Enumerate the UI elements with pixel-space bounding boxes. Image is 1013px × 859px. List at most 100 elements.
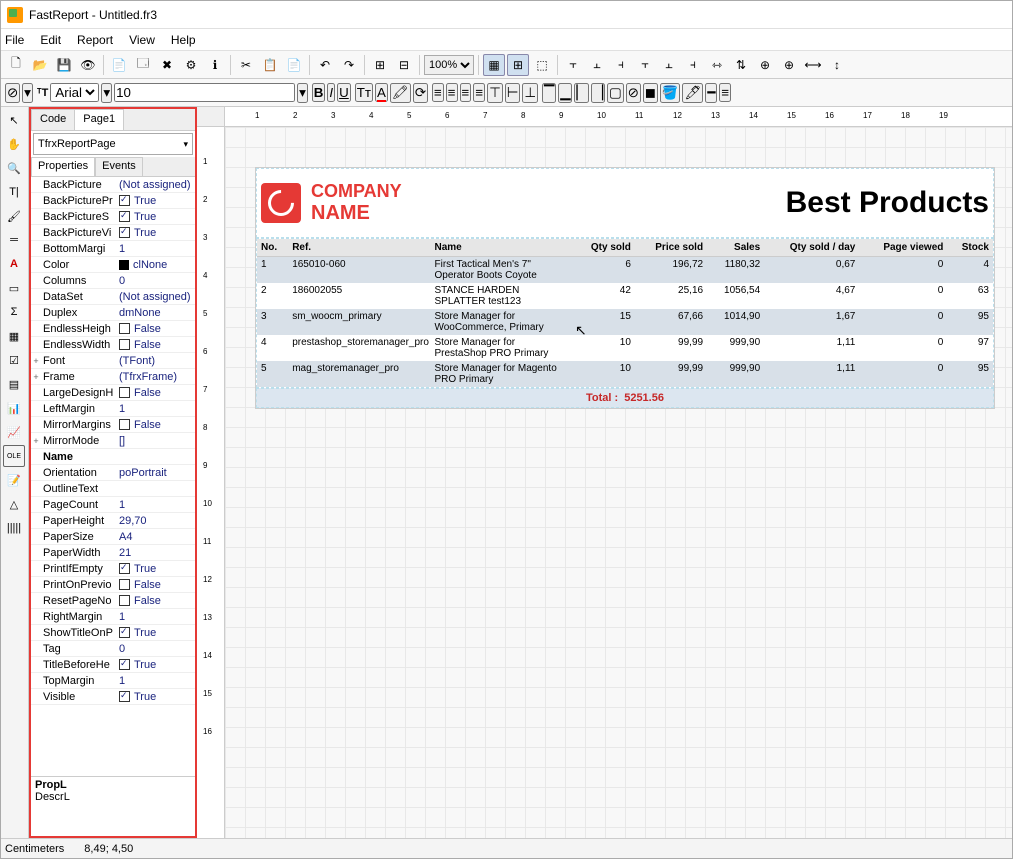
space-v-button[interactable]: ⇅ bbox=[730, 54, 752, 76]
same-height-button[interactable]: ↕ bbox=[826, 54, 848, 76]
border-color-button[interactable]: 🖊 bbox=[682, 83, 703, 103]
property-row[interactable]: EndlessWidthFalse bbox=[31, 337, 195, 353]
property-row[interactable]: BackPicturePrTrue bbox=[31, 193, 195, 209]
border-shadow-button[interactable]: ◼ bbox=[643, 83, 658, 103]
align-center-button[interactable]: ⫠ bbox=[586, 54, 608, 76]
property-value[interactable]: [] bbox=[119, 435, 195, 447]
page-settings-button[interactable]: ⚙ bbox=[180, 54, 202, 76]
text-right-button[interactable]: ≡ bbox=[460, 83, 472, 102]
property-row[interactable]: PageCount1 bbox=[31, 497, 195, 513]
picture-tool[interactable]: ▤ bbox=[3, 373, 25, 395]
redo-button[interactable]: ↷ bbox=[338, 54, 360, 76]
property-value[interactable]: clNone bbox=[119, 259, 195, 271]
property-value[interactable]: 1 bbox=[119, 243, 195, 255]
property-value[interactable]: 1 bbox=[119, 611, 195, 623]
fit-grid-button[interactable]: ⬚ bbox=[531, 54, 553, 76]
rotate-button[interactable]: ⟳ bbox=[413, 83, 428, 103]
zoom-tool[interactable]: 🔍 bbox=[3, 157, 25, 179]
property-row[interactable]: PaperWidth21 bbox=[31, 545, 195, 561]
expand-icon[interactable]: + bbox=[31, 372, 41, 382]
text-middle-button[interactable]: ⊢ bbox=[505, 83, 521, 103]
column-header[interactable]: Name bbox=[430, 239, 572, 257]
property-row[interactable]: RightMargin1 bbox=[31, 609, 195, 625]
sysmemo-tool[interactable]: Σ bbox=[3, 301, 25, 323]
italic-button[interactable]: I bbox=[327, 83, 335, 102]
column-header[interactable]: Qty sold / day bbox=[764, 239, 859, 257]
checkbox-icon[interactable] bbox=[119, 563, 130, 574]
tab-page1[interactable]: Page1 bbox=[74, 109, 124, 130]
checkbox-icon[interactable] bbox=[119, 339, 130, 350]
text-bottom-button[interactable]: ⊥ bbox=[522, 83, 538, 103]
checkbox-icon[interactable] bbox=[119, 691, 130, 702]
property-value[interactable]: 1 bbox=[119, 675, 195, 687]
property-value[interactable]: False bbox=[119, 419, 195, 431]
menu-edit[interactable]: Edit bbox=[40, 33, 61, 47]
border-all-button[interactable]: ▢ bbox=[607, 83, 624, 103]
chart-tool[interactable]: 📈 bbox=[3, 421, 25, 443]
property-row[interactable]: EndlessHeighFalse bbox=[31, 321, 195, 337]
zoom-select[interactable]: 100% bbox=[424, 55, 474, 75]
object-combo[interactable]: TfrxReportPage ▾ bbox=[33, 133, 193, 155]
styles-dropdown[interactable]: ▾ bbox=[22, 83, 33, 103]
memo-tool[interactable]: ▭ bbox=[3, 277, 25, 299]
property-row[interactable]: OutlineText bbox=[31, 481, 195, 497]
expand-icon[interactable]: + bbox=[31, 436, 41, 446]
underline-button[interactable]: U bbox=[337, 83, 351, 102]
properties-grid[interactable]: BackPicture(Not assigned)BackPicturePrTr… bbox=[31, 177, 195, 776]
ruler-horizontal[interactable]: 12345678910111213141516171819 bbox=[225, 107, 1012, 127]
format-tool[interactable]: 🖌 bbox=[3, 205, 25, 227]
property-value[interactable]: True bbox=[119, 659, 195, 671]
border-style-button[interactable]: ━ bbox=[705, 83, 717, 103]
text-tool[interactable]: T| bbox=[3, 181, 25, 203]
property-value[interactable]: True bbox=[119, 691, 195, 703]
hand-tool[interactable]: ✋ bbox=[3, 133, 25, 155]
font-color-button[interactable]: A bbox=[375, 83, 388, 102]
property-row[interactable]: ShowTitleOnPTrue bbox=[31, 625, 195, 641]
table-row[interactable]: 2186002055STANCE HARDEN SPLATTER test123… bbox=[257, 283, 993, 309]
property-value[interactable]: 1 bbox=[119, 403, 195, 415]
property-row[interactable]: DataSet(Not assigned) bbox=[31, 289, 195, 305]
font-size-input[interactable] bbox=[114, 83, 295, 102]
menu-file[interactable]: File bbox=[5, 33, 24, 47]
checkbox-icon[interactable] bbox=[119, 227, 130, 238]
cut-button[interactable]: ✂ bbox=[235, 54, 257, 76]
center-v-button[interactable]: ⊕ bbox=[778, 54, 800, 76]
text-left-button[interactable]: ≡ bbox=[432, 83, 444, 102]
property-row[interactable]: BackPictureViTrue bbox=[31, 225, 195, 241]
property-row[interactable]: MirrorMarginsFalse bbox=[31, 417, 195, 433]
copy-button[interactable]: 📋 bbox=[259, 54, 281, 76]
new-dialog-button[interactable]: 🗔 bbox=[132, 54, 154, 76]
property-row[interactable]: Columns0 bbox=[31, 273, 195, 289]
property-value[interactable]: 29,70 bbox=[119, 515, 195, 527]
property-value[interactable]: True bbox=[119, 563, 195, 575]
table-row[interactable]: 3sm_woocm_primaryStore Manager for WooCo… bbox=[257, 309, 993, 335]
property-row[interactable]: LargeDesignHFalse bbox=[31, 385, 195, 401]
border-left-button[interactable]: ▏ bbox=[574, 83, 588, 103]
property-row[interactable]: PrintIfEmptyTrue bbox=[31, 561, 195, 577]
fill-color-button[interactable]: 🪣 bbox=[660, 83, 681, 103]
center-h-button[interactable]: ⊕ bbox=[754, 54, 776, 76]
save-button[interactable]: 💾 bbox=[53, 54, 75, 76]
subreport-tool[interactable]: ▦ bbox=[3, 325, 25, 347]
table-row[interactable]: 1165010-060First Tactical Men's 7" Opera… bbox=[257, 257, 993, 284]
footer-band[interactable]: Total : 5251.56 bbox=[256, 388, 994, 408]
checkbox-icon[interactable] bbox=[119, 323, 130, 334]
property-row[interactable]: VisibleTrue bbox=[31, 689, 195, 705]
border-right-button[interactable]: ▕ bbox=[591, 83, 605, 103]
no-style-button[interactable]: ⊘ bbox=[5, 83, 20, 103]
align-middle-button[interactable]: ⫠ bbox=[658, 54, 680, 76]
property-row[interactable]: OrientationpoPortrait bbox=[31, 465, 195, 481]
text-justify-button[interactable]: ≡ bbox=[473, 83, 485, 102]
border-none-button[interactable]: ⊘ bbox=[626, 83, 641, 103]
border-top-button[interactable]: ▔ bbox=[542, 83, 556, 103]
table-row[interactable]: 4prestashop_storemanager_proStore Manage… bbox=[257, 335, 993, 361]
group-button[interactable]: ⊞ bbox=[369, 54, 391, 76]
checkbox-icon[interactable] bbox=[119, 195, 130, 206]
report-title-band[interactable]: COMPANY NAME Best Products bbox=[256, 168, 994, 238]
property-value[interactable]: poPortrait bbox=[119, 467, 195, 479]
property-row[interactable]: Name bbox=[31, 449, 195, 465]
menu-view[interactable]: View bbox=[129, 33, 155, 47]
property-value[interactable]: True bbox=[119, 195, 195, 207]
border-bottom-button[interactable]: ▁ bbox=[558, 83, 572, 103]
bold-button[interactable]: B bbox=[312, 83, 326, 102]
